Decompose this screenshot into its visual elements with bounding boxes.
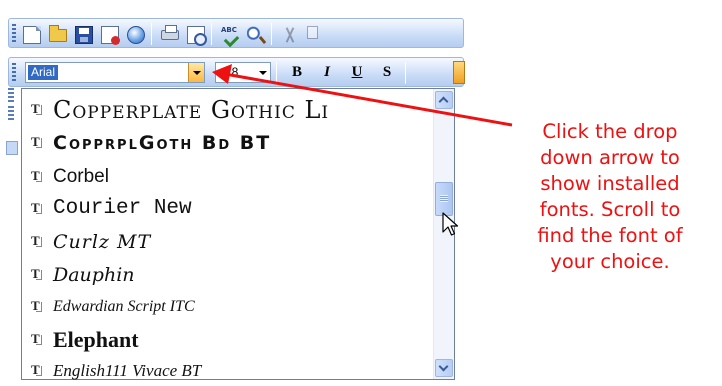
font-name-label: Copperplate Gothic Li: [53, 96, 330, 124]
truetype-icon: T: [31, 299, 43, 313]
font-list-item[interactable]: T Edwardian Script ITC: [22, 291, 432, 322]
research-button[interactable]: [243, 22, 267, 46]
align-left-button[interactable]: [453, 61, 465, 84]
open-folder-icon: [49, 25, 67, 42]
font-list-item[interactable]: T Dauphin: [22, 259, 432, 290]
toolbar-grip[interactable]: [12, 24, 16, 43]
research-icon: [247, 26, 265, 44]
font-size-dropdown-arrow-button[interactable]: [256, 63, 270, 82]
font-name-label: English111 Vivace BT: [53, 361, 202, 380]
truetype-icon: T: [31, 332, 43, 346]
font-size-value[interactable]: 18: [225, 63, 238, 82]
save-icon: [75, 26, 93, 44]
scroll-thumb[interactable]: [435, 182, 453, 216]
truetype-icon: T: [31, 267, 43, 281]
callout-line: Click the drop: [542, 120, 678, 143]
truetype-icon: T: [31, 363, 43, 377]
font-list-item[interactable]: T Elephant: [22, 324, 432, 355]
font-name-combobox[interactable]: Arial: [25, 62, 205, 83]
email-icon: [127, 26, 145, 44]
truetype-icon: T: [31, 234, 43, 248]
font-name-label: Elephant: [53, 327, 139, 352]
copy-button[interactable]: [303, 22, 327, 46]
toolbar-separator: [271, 23, 272, 45]
permission-icon: [101, 26, 120, 45]
new-document-icon: [23, 26, 41, 44]
scroll-up-button[interactable]: [435, 91, 453, 109]
permission-button[interactable]: [97, 22, 121, 46]
truetype-icon: T: [31, 201, 43, 215]
formatting-toolbar: Arial 18 B I U S: [8, 57, 465, 87]
underline-button[interactable]: U: [345, 62, 369, 83]
email-button[interactable]: [123, 22, 147, 46]
callout-line: show installed: [540, 172, 680, 195]
copy-icon: [307, 26, 318, 39]
print-icon: [161, 25, 179, 40]
toolbar-separator: [151, 23, 152, 45]
new-button[interactable]: [19, 22, 43, 46]
panel-grip: [8, 106, 14, 120]
font-name-label: Corbel: [53, 166, 109, 187]
panel-tab: [6, 141, 18, 155]
mouse-pointer-icon: [442, 212, 459, 236]
font-name-label: Edwardian Script ITC: [53, 298, 195, 315]
standard-toolbar: ABC: [8, 18, 464, 48]
font-list-item[interactable]: T English111 Vivace BT: [22, 355, 432, 386]
bold-button[interactable]: B: [285, 62, 309, 83]
callout-text: Click the drop down arrow to show installe…: [505, 119, 715, 275]
font-list-item[interactable]: T CopprplGoth Bd BT: [22, 127, 432, 158]
font-list-item[interactable]: T Copperplate Gothic Li: [22, 94, 432, 125]
toolbar-separator: [405, 62, 406, 84]
font-name-label: Dauphin: [53, 264, 135, 286]
truetype-icon: T: [31, 102, 43, 116]
print-preview-button[interactable]: [183, 22, 207, 46]
toolbar-separator: [211, 23, 212, 45]
spelling-icon: ABC: [221, 26, 239, 44]
font-list-item[interactable]: T Courier New: [22, 193, 432, 224]
print-preview-icon: [187, 26, 207, 46]
save-button[interactable]: [71, 22, 95, 46]
scroll-down-button[interactable]: [435, 359, 453, 377]
truetype-icon: T: [31, 169, 43, 183]
callout-line: down arrow to: [540, 146, 680, 169]
callout-line: your choice.: [550, 250, 670, 273]
toolbar-separator: [276, 62, 277, 84]
open-button[interactable]: [45, 22, 69, 46]
italic-button[interactable]: I: [315, 62, 339, 83]
spelling-button[interactable]: ABC: [217, 22, 241, 46]
font-name-value[interactable]: Arial: [28, 65, 59, 80]
print-button[interactable]: [157, 22, 181, 46]
font-name-label: Curlz MT: [53, 231, 152, 253]
cut-icon: [281, 26, 299, 44]
font-list-item[interactable]: T Curlz MT: [22, 226, 432, 257]
font-dropdown-arrow-button[interactable]: [188, 63, 204, 82]
font-list-item[interactable]: T Corbel: [22, 161, 432, 192]
shadow-button[interactable]: S: [375, 62, 399, 83]
font-dropdown-list[interactable]: T Copperplate Gothic Li T CopprplGoth Bd BT…: [21, 88, 455, 380]
font-name-label: Courier New: [53, 197, 192, 220]
callout-line: find the font of: [537, 224, 683, 247]
callout-line: fonts. Scroll to: [539, 198, 681, 221]
truetype-icon: T: [31, 135, 43, 149]
panel-grip: [8, 88, 14, 102]
font-size-combobox[interactable]: 18: [215, 62, 271, 83]
toolbar-grip[interactable]: [12, 63, 16, 82]
font-name-label: CopprplGoth Bd BT: [53, 132, 272, 154]
cut-button[interactable]: [277, 22, 301, 46]
